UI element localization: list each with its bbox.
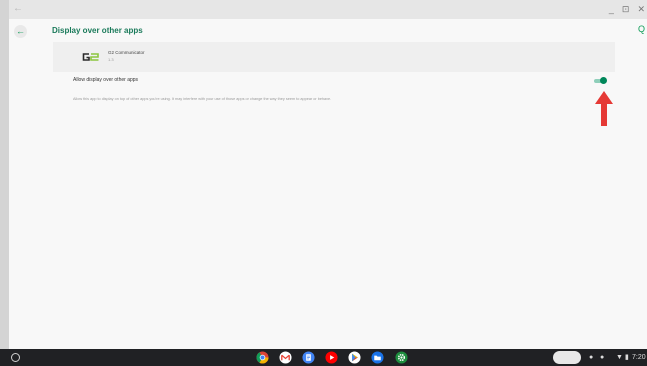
network-status-icon[interactable]: ● bbox=[600, 351, 604, 364]
back-arrow-icon[interactable]: ← bbox=[14, 25, 27, 38]
search-icon[interactable]: Q bbox=[638, 24, 645, 34]
titlebar-back-icon[interactable]: ← bbox=[13, 1, 23, 17]
youtube-icon[interactable] bbox=[325, 351, 338, 364]
chrome-icon[interactable] bbox=[256, 351, 269, 364]
page-title: Display over other apps bbox=[52, 26, 143, 35]
app-header-card: G2 Communicator 1.3 bbox=[53, 42, 615, 72]
close-icon[interactable]: ✕ bbox=[637, 2, 645, 16]
minimize-icon[interactable]: _ bbox=[609, 2, 614, 16]
settings-icon[interactable] bbox=[395, 351, 408, 364]
battery-icon[interactable]: ▮ bbox=[625, 351, 629, 364]
files-icon[interactable] bbox=[371, 351, 384, 364]
allow-display-setting-description: Allow this app to display on top of othe… bbox=[73, 97, 332, 101]
shelf bbox=[0, 349, 647, 366]
window-titlebar: ← _ ⊡ ✕ bbox=[9, 0, 647, 19]
wifi-icon[interactable]: ▼ bbox=[616, 351, 623, 364]
allow-display-toggle[interactable] bbox=[593, 77, 607, 85]
play-store-icon[interactable] bbox=[348, 351, 361, 364]
gmail-icon[interactable] bbox=[279, 351, 292, 364]
red-arrow-annotation-icon bbox=[595, 91, 613, 126]
g2-logo-icon bbox=[82, 51, 100, 63]
clock-time[interactable]: 7:20 bbox=[632, 351, 646, 364]
account-avatar-pill[interactable] bbox=[553, 351, 581, 364]
docs-icon[interactable] bbox=[302, 351, 315, 364]
launcher-icon[interactable] bbox=[11, 353, 20, 362]
app-name: G2 Communicator bbox=[108, 50, 145, 55]
app-version: 1.3 bbox=[108, 57, 114, 62]
window-controls: _ ⊡ ✕ bbox=[609, 2, 645, 16]
restore-icon[interactable]: ⊡ bbox=[622, 2, 630, 16]
allow-display-setting-label[interactable]: Allow display over other apps bbox=[73, 77, 138, 83]
app-window: ← _ ⊡ ✕ ← Display over other apps Q G2 C… bbox=[9, 0, 647, 350]
notification-icon[interactable]: ● bbox=[589, 351, 593, 364]
toggle-thumb bbox=[600, 77, 607, 84]
